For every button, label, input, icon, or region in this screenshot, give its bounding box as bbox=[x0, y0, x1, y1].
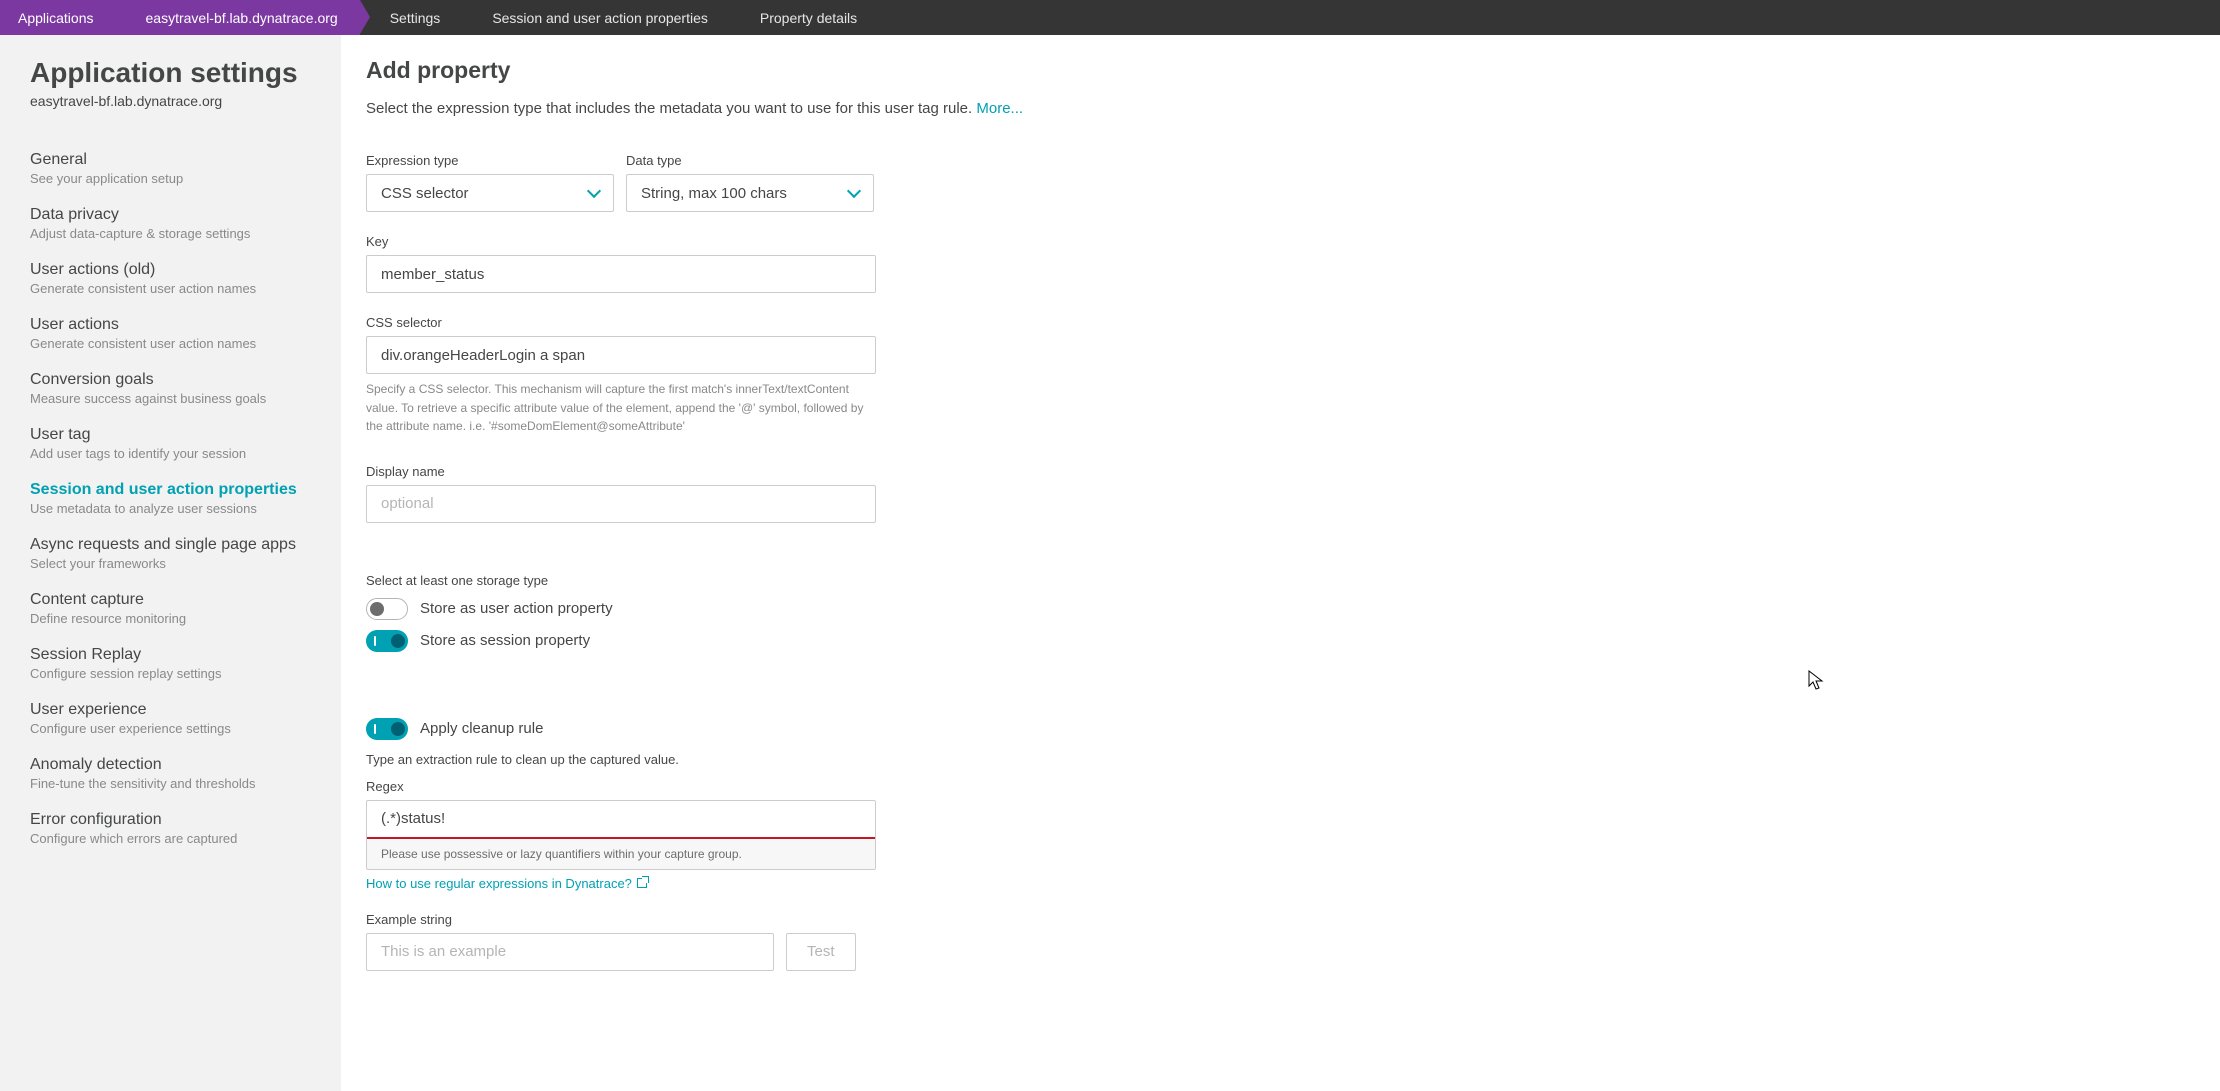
css-selector-input[interactable] bbox=[381, 337, 861, 373]
example-input-wrap bbox=[366, 933, 774, 971]
sidebar-item-title: Session and user action properties bbox=[30, 481, 311, 499]
sidebar-item-async[interactable]: Async requests and single page apps Selec… bbox=[0, 526, 341, 581]
sidebar-item-anomaly[interactable]: Anomaly detection Fine-tune the sensitivi… bbox=[0, 746, 341, 801]
main-content: Add property Select the expression type … bbox=[341, 35, 2220, 1091]
breadcrumb-session-props[interactable]: Session and user action properties bbox=[462, 0, 730, 35]
sidebar-item-title: User experience bbox=[30, 701, 311, 719]
sidebar-item-title: Anomaly detection bbox=[30, 756, 311, 774]
regex-help-link[interactable]: How to use regular expressions in Dynatr… bbox=[366, 876, 2180, 891]
example-input[interactable] bbox=[381, 934, 759, 970]
sidebar-item-user-experience[interactable]: User experience Configure user experience… bbox=[0, 691, 341, 746]
sidebar-item-conversion-goals[interactable]: Conversion goals Measure success against … bbox=[0, 361, 341, 416]
data-type-label: Data type bbox=[626, 153, 874, 168]
test-button[interactable]: Test bbox=[786, 933, 856, 971]
sidebar-list: General See your application setup Data pr… bbox=[0, 127, 341, 856]
sidebar-item-desc: Generate consistent user action names bbox=[30, 281, 311, 296]
sidebar-item-desc: Configure which errors are captured bbox=[30, 831, 311, 846]
sidebar-item-error-config[interactable]: Error configuration Configure which error… bbox=[0, 801, 341, 856]
expression-type-label: Expression type bbox=[366, 153, 614, 168]
sidebar-item-desc: Configure session replay settings bbox=[30, 666, 311, 681]
regex-help-text: How to use regular expressions in Dynatr… bbox=[366, 876, 632, 891]
sidebar-item-session-props[interactable]: Session and user action properties Use me… bbox=[0, 471, 341, 526]
page-description-text: Select the expression type that includes… bbox=[366, 100, 976, 117]
chevron-down-icon bbox=[847, 184, 861, 198]
sidebar-item-title: Data privacy bbox=[30, 206, 311, 224]
display-name-input[interactable] bbox=[381, 486, 861, 522]
data-type-value: String, max 100 chars bbox=[641, 185, 787, 202]
breadcrumb-property-details[interactable]: Property details bbox=[730, 0, 879, 35]
sidebar-subtitle: easytravel-bf.lab.dynatrace.org bbox=[30, 93, 311, 109]
sidebar: Application settings easytravel-bf.lab.d… bbox=[0, 35, 341, 1091]
toggle-user-action-property[interactable] bbox=[366, 598, 408, 620]
chevron-down-icon bbox=[587, 184, 601, 198]
toggle-session-label: Store as session property bbox=[420, 632, 590, 649]
toggle-cleanup-label: Apply cleanup rule bbox=[420, 720, 543, 737]
sidebar-item-desc: Add user tags to identify your session bbox=[30, 446, 311, 461]
expression-type-select[interactable]: CSS selector bbox=[366, 174, 614, 212]
breadcrumb-app[interactable]: easytravel-bf.lab.dynatrace.org bbox=[116, 0, 360, 35]
sidebar-title: Application settings bbox=[30, 57, 311, 89]
sidebar-item-general[interactable]: General See your application setup bbox=[0, 141, 341, 196]
sidebar-item-desc: See your application setup bbox=[30, 171, 311, 186]
external-link-icon bbox=[637, 878, 647, 888]
sidebar-item-desc: Select your frameworks bbox=[30, 556, 311, 571]
sidebar-item-desc: Use metadata to analyze user sessions bbox=[30, 501, 311, 516]
sidebar-item-title: Session Replay bbox=[30, 646, 311, 664]
sidebar-item-desc: Generate consistent user action names bbox=[30, 336, 311, 351]
page-title: Add property bbox=[366, 57, 2180, 84]
css-selector-input-wrap bbox=[366, 336, 876, 374]
key-input-wrap bbox=[366, 255, 876, 293]
sidebar-item-content-capture[interactable]: Content capture Define resource monitorin… bbox=[0, 581, 341, 636]
sidebar-item-user-actions-old[interactable]: User actions (old) Generate consistent us… bbox=[0, 251, 341, 306]
regex-error-message: Please use possessive or lazy quantifier… bbox=[367, 839, 875, 869]
sidebar-item-desc: Measure success against business goals bbox=[30, 391, 311, 406]
toggle-cleanup-rule[interactable] bbox=[366, 718, 408, 740]
sidebar-item-desc: Define resource monitoring bbox=[30, 611, 311, 626]
display-name-label: Display name bbox=[366, 464, 2180, 479]
key-label: Key bbox=[366, 234, 2180, 249]
data-type-select[interactable]: String, max 100 chars bbox=[626, 174, 874, 212]
toggle-session-property[interactable] bbox=[366, 630, 408, 652]
regex-input[interactable] bbox=[381, 810, 861, 827]
example-label: Example string bbox=[366, 912, 452, 927]
display-name-input-wrap bbox=[366, 485, 876, 523]
sidebar-item-desc: Fine-tune the sensitivity and thresholds bbox=[30, 776, 311, 791]
storage-type-label: Select at least one storage type bbox=[366, 573, 2180, 588]
sidebar-item-user-tag[interactable]: User tag Add user tags to identify your s… bbox=[0, 416, 341, 471]
sidebar-item-title: Content capture bbox=[30, 591, 311, 609]
page-description: Select the expression type that includes… bbox=[366, 100, 2180, 117]
cleanup-desc: Type an extraction rule to clean up the … bbox=[366, 752, 2180, 767]
sidebar-item-title: User actions bbox=[30, 316, 311, 334]
toggle-user-action-label: Store as user action property bbox=[420, 600, 613, 617]
sidebar-item-user-actions[interactable]: User actions Generate consistent user act… bbox=[0, 306, 341, 361]
breadcrumb: Applicationseasytravel-bf.lab.dynatrace.… bbox=[0, 0, 2220, 35]
regex-input-wrap: Please use possessive or lazy quantifier… bbox=[366, 800, 876, 870]
more-link[interactable]: More... bbox=[976, 100, 1023, 117]
expression-type-value: CSS selector bbox=[381, 185, 469, 202]
key-input[interactable] bbox=[381, 256, 861, 292]
breadcrumb-applications[interactable]: Applications bbox=[0, 0, 116, 35]
regex-label: Regex bbox=[366, 779, 2180, 794]
breadcrumb-settings[interactable]: Settings bbox=[360, 0, 463, 35]
sidebar-item-desc: Adjust data-capture & storage settings bbox=[30, 226, 311, 241]
sidebar-item-title: Async requests and single page apps bbox=[30, 536, 311, 554]
sidebar-item-title: Conversion goals bbox=[30, 371, 311, 389]
sidebar-item-session-replay[interactable]: Session Replay Configure session replay s… bbox=[0, 636, 341, 691]
sidebar-item-title: Error configuration bbox=[30, 811, 311, 829]
sidebar-item-title: User actions (old) bbox=[30, 261, 311, 279]
sidebar-item-title: General bbox=[30, 151, 311, 169]
sidebar-item-title: User tag bbox=[30, 426, 311, 444]
css-selector-label: CSS selector bbox=[366, 315, 2180, 330]
sidebar-item-data-privacy[interactable]: Data privacy Adjust data-capture & storag… bbox=[0, 196, 341, 251]
sidebar-item-desc: Configure user experience settings bbox=[30, 721, 311, 736]
css-selector-help: Specify a CSS selector. This mechanism w… bbox=[366, 380, 876, 436]
